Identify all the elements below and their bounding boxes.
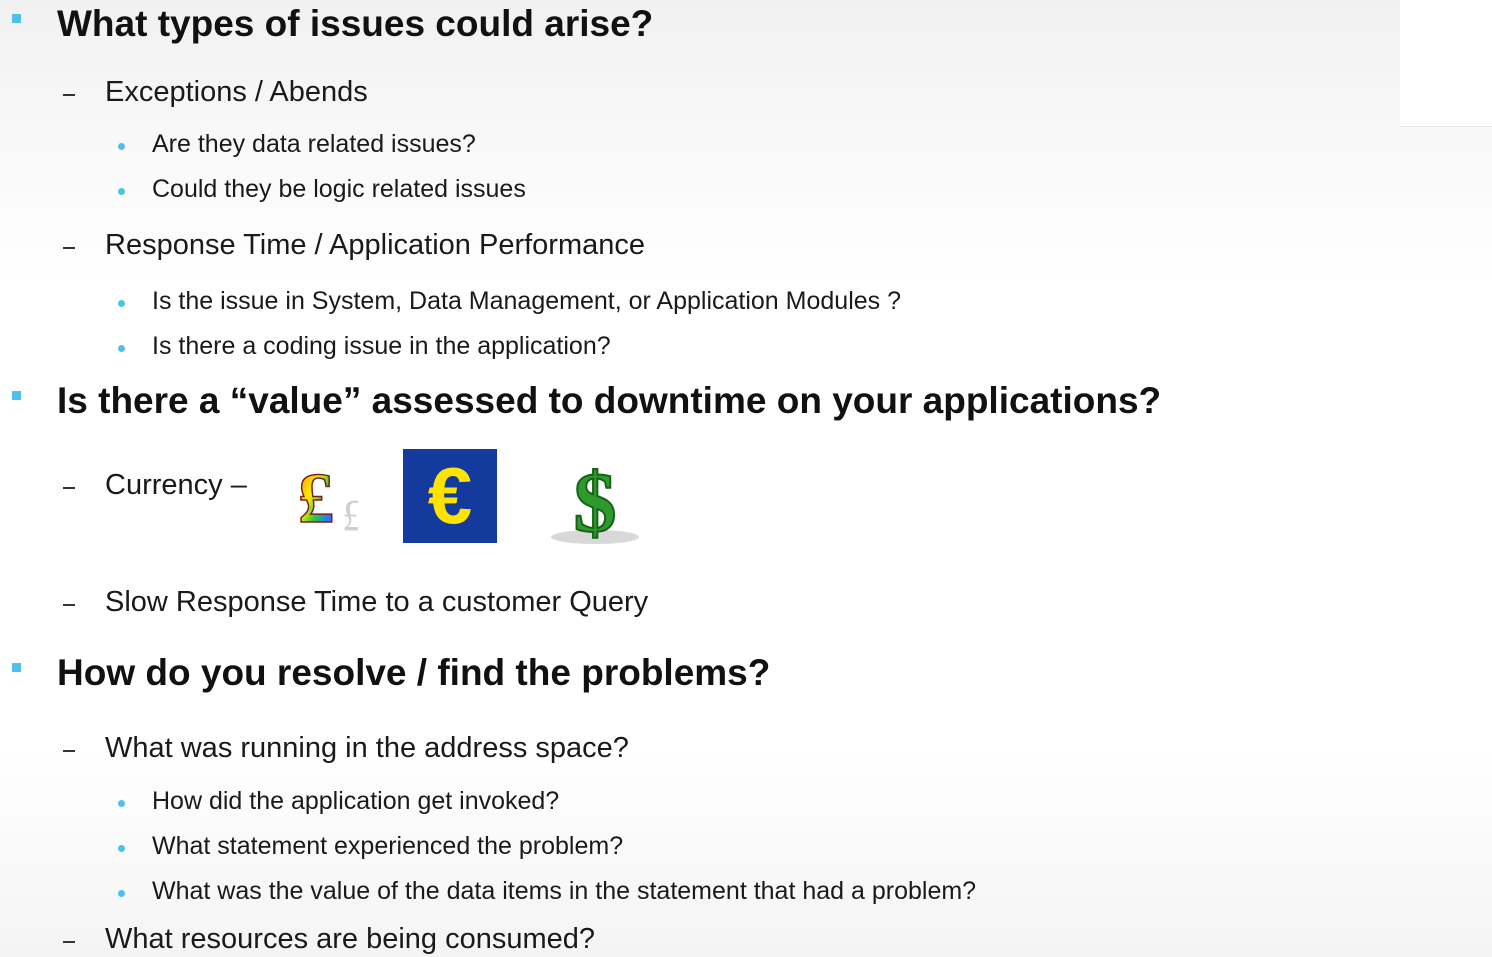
item-currency: Currency – (105, 469, 247, 501)
bullet-square (12, 14, 21, 23)
dash-bullet (63, 604, 75, 606)
svg-text:£: £ (342, 491, 358, 540)
dot-bullet (118, 890, 125, 897)
item-address-space: What was running in the address space? (105, 732, 629, 764)
subitem-invoked: How did the application get invoked? (152, 787, 560, 815)
item-slow-response: Slow Response Time to a customer Query (105, 586, 649, 618)
subitem-statement: What statement experienced the problem? (152, 832, 624, 860)
subitem-data-items: What was the value of the data items in … (152, 877, 977, 905)
pound-icon: £ £ (297, 457, 358, 540)
dot-bullet (118, 300, 125, 307)
corner-panel (1400, 0, 1492, 127)
item-resources: What resources are being consumed? (105, 923, 596, 955)
svg-text:€: € (428, 451, 473, 540)
euro-icon: € (403, 449, 497, 543)
subitem-system-modules: Is the issue in System, Data Management,… (152, 287, 901, 315)
heading-issues: What types of issues could arise? (57, 3, 654, 44)
dash-bullet (63, 94, 75, 96)
dash-bullet (63, 247, 75, 249)
dollar-icon: $ (551, 453, 639, 545)
subitem-coding-issue: Is there a coding issue in the applicati… (152, 332, 611, 360)
item-exceptions: Exceptions / Abends (105, 76, 368, 108)
dash-bullet (63, 941, 75, 943)
dot-bullet (118, 143, 125, 150)
svg-text:£: £ (298, 458, 334, 538)
subitem-logic-related: Could they be logic related issues (152, 175, 526, 203)
svg-text:$: $ (574, 454, 617, 545)
dash-bullet (63, 487, 75, 489)
dot-bullet (118, 845, 125, 852)
dash-bullet (63, 750, 75, 752)
item-response-time: Response Time / Application Performance (105, 229, 645, 261)
heading-value-downtime: Is there a “value” assessed to downtime … (57, 380, 1162, 421)
bullet-square (12, 391, 21, 400)
dot-bullet (118, 800, 125, 807)
dot-bullet (118, 188, 125, 195)
dot-bullet (118, 345, 125, 352)
subitem-data-related: Are they data related issues? (152, 130, 476, 158)
heading-resolve-problems: How do you resolve / find the problems? (57, 652, 771, 693)
bullet-square (12, 663, 21, 672)
